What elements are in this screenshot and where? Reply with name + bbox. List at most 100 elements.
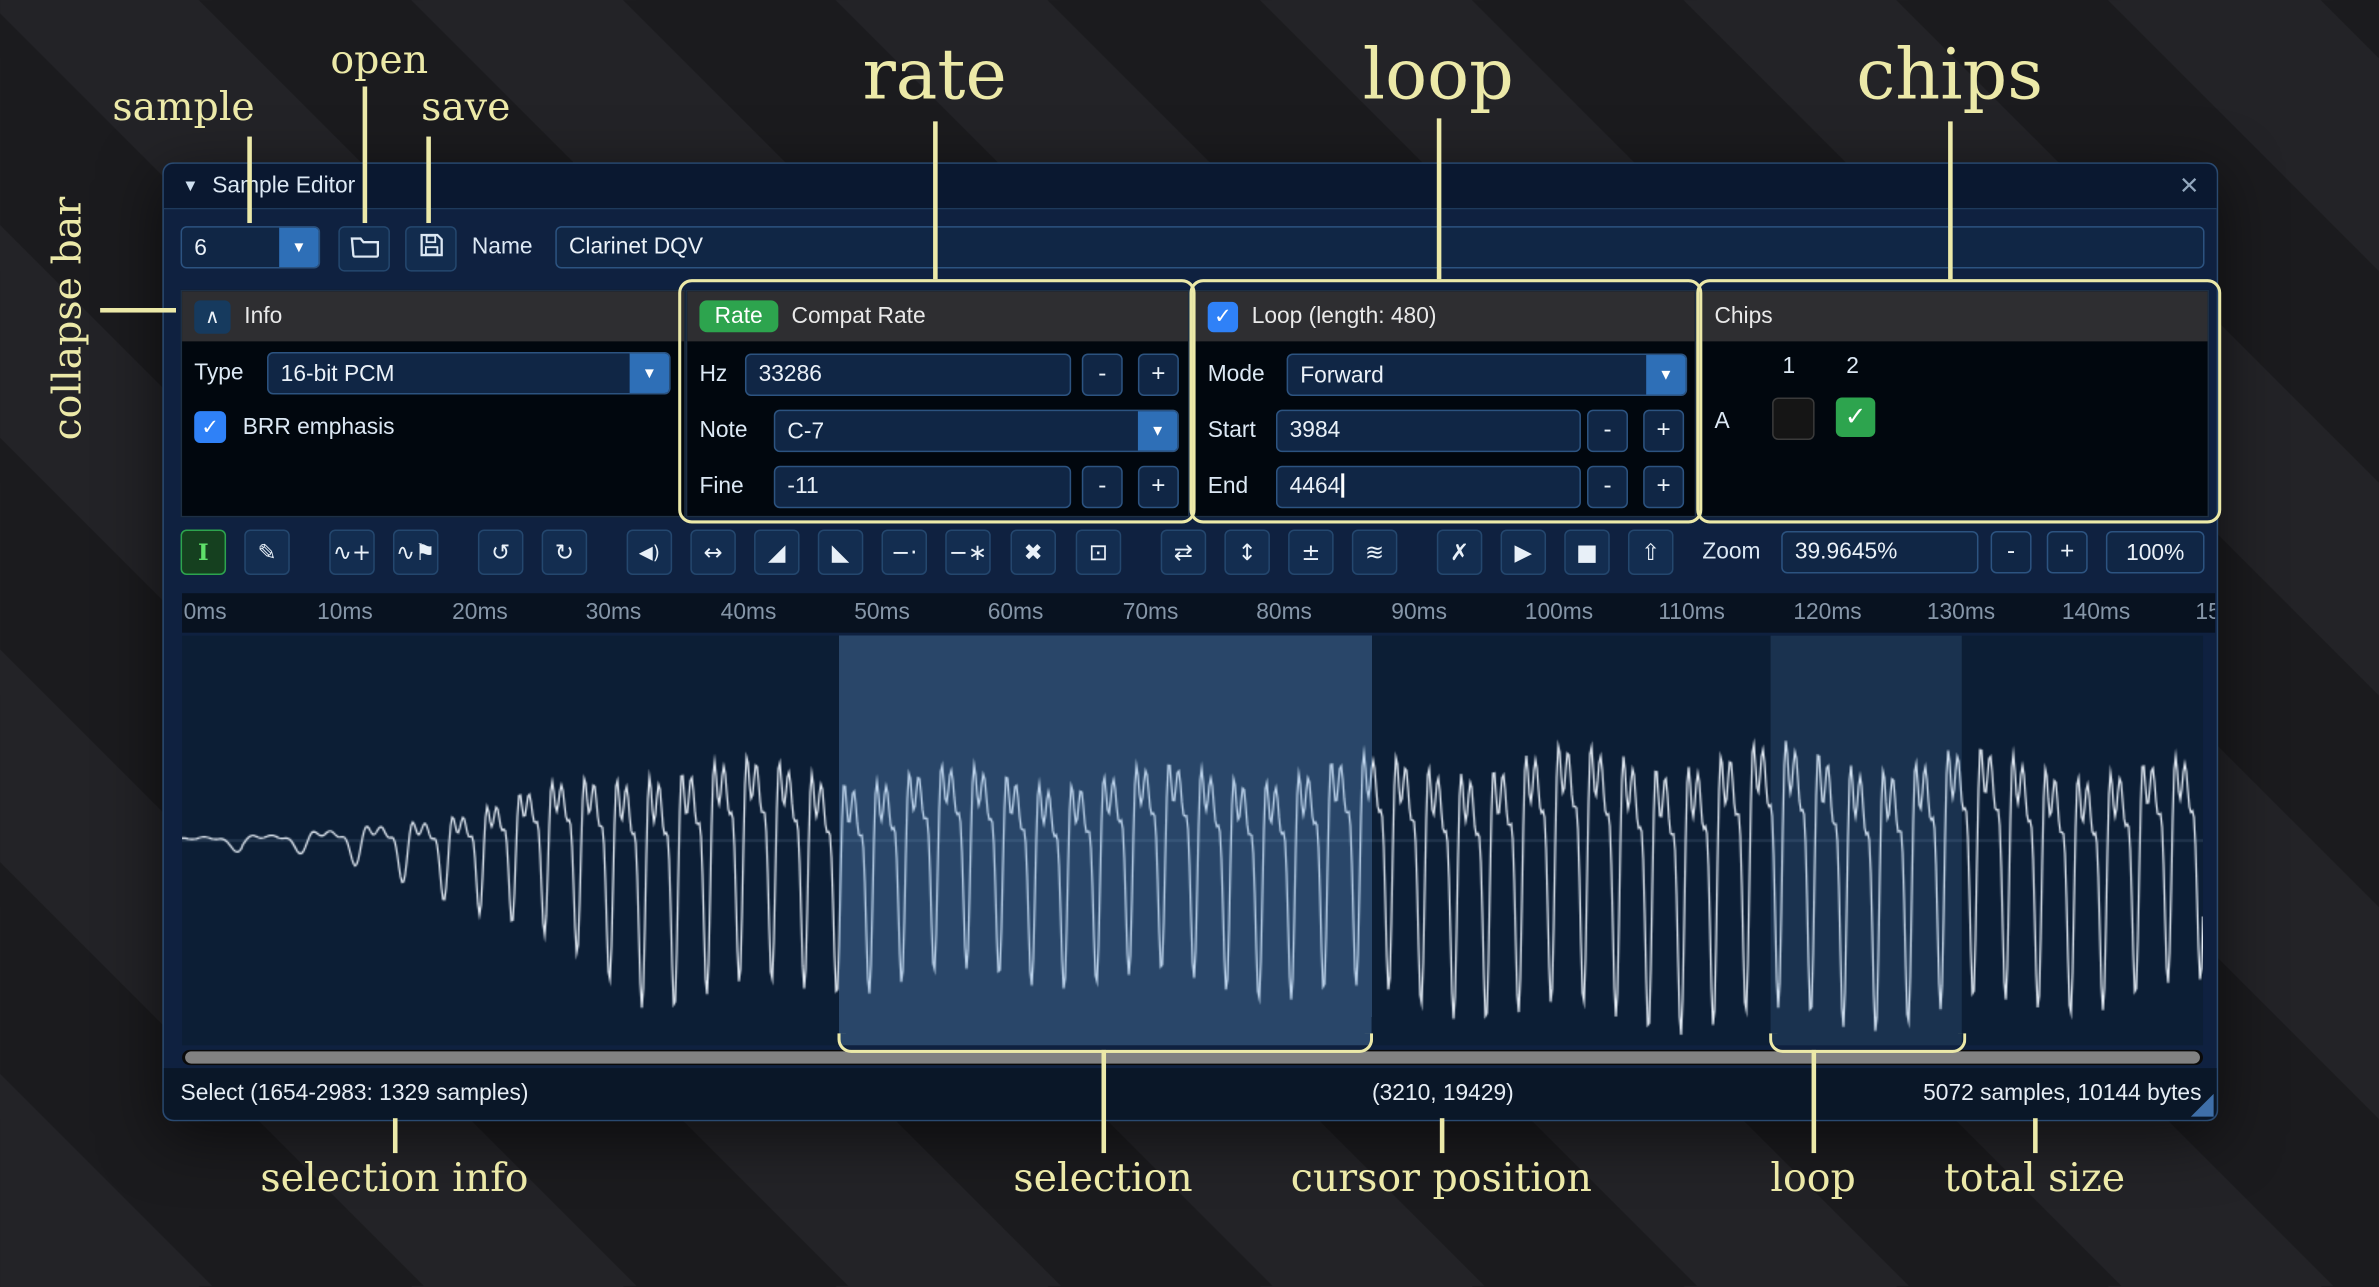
annotation-collapse-bar: collapse bar (46, 184, 92, 454)
hz-input[interactable]: 33286 (745, 354, 1071, 396)
loop-start-minus-button[interactable]: - (1587, 410, 1628, 452)
zoom-input[interactable]: 39.9645% (1781, 531, 1978, 573)
loop-end-label: End (1208, 466, 1249, 508)
preview-button[interactable]: ▶ (1501, 530, 1547, 576)
normalize-button[interactable]: ↔ (690, 530, 736, 576)
fine-plus-button[interactable]: + (1138, 466, 1179, 508)
floppy-save-icon (418, 232, 444, 265)
save-button[interactable] (405, 226, 457, 272)
type-label: Type (194, 352, 243, 394)
info-panel: ∧ Info Type 16-bit PCM ▼ ✓ BRR emphasis (181, 290, 686, 518)
reverse-button[interactable]: ⇄ (1161, 530, 1207, 576)
loop-end-plus-button[interactable]: + (1643, 466, 1684, 508)
sample-number-dropdown[interactable]: 6 ▼ (181, 226, 321, 268)
check-icon: ✓ (201, 414, 219, 440)
loop-region (1771, 636, 1962, 1046)
note-label: Note (699, 410, 747, 452)
scrollbar-thumb[interactable] (185, 1051, 2200, 1063)
hz-plus-button[interactable]: + (1138, 354, 1179, 396)
waveform-view[interactable] (182, 636, 2203, 1046)
dash-dot-icon: −· (891, 539, 917, 566)
amplify-button[interactable]: ◀) (627, 530, 673, 576)
rate-toggle-button[interactable]: Rate (699, 300, 777, 332)
chevron-down-icon: ▼ (279, 228, 318, 267)
import-button[interactable]: ⇧ (1628, 530, 1674, 576)
ruler-tick: 70ms (1123, 599, 1179, 625)
hz-minus-button[interactable]: - (1082, 354, 1123, 396)
note-dropdown[interactable]: C-7 ▼ (774, 410, 1179, 452)
ruler-tick: 150ms (2195, 599, 2215, 625)
name-input-value: Clarinet DQV (569, 234, 703, 260)
x-icon: ✖ (1024, 539, 1043, 566)
sample-editor-window: ▼ Sample Editor × 6 ▼ Name Clarinet DQV … (162, 162, 2218, 1121)
signed-unsigned-button[interactable]: ± (1288, 530, 1334, 576)
loop-end-minus-button[interactable]: - (1587, 466, 1628, 508)
invert-button[interactable]: ↕ (1224, 530, 1270, 576)
crossfade-button[interactable]: ✗ (1437, 530, 1483, 576)
chip-a2-checkbox[interactable]: ✓ (1836, 398, 1875, 437)
ruler-tick: 0ms (184, 599, 227, 625)
time-ruler[interactable]: 0ms 10ms 20ms 30ms 40ms 50ms 60ms 70ms 8… (182, 593, 2215, 632)
select-mode-button[interactable]: I (181, 530, 227, 576)
brr-emphasis-checkbox[interactable]: ✓ (194, 411, 226, 443)
reset-zoom-button[interactable]: 100% (2106, 531, 2205, 573)
delete-button[interactable]: ✖ (1010, 530, 1056, 576)
resize-grip[interactable] (2191, 1094, 2214, 1117)
fade-out-button[interactable]: ◣ (818, 530, 864, 576)
collapse-triangle-icon[interactable]: ▼ (182, 177, 199, 195)
loop-start-plus-button[interactable]: + (1643, 410, 1684, 452)
status-bar: Select (1654-2983: 1329 samples) (3210, … (164, 1068, 2217, 1120)
ruler-tick: 100ms (1525, 599, 1593, 625)
type-dropdown-value: 16-bit PCM (269, 360, 630, 386)
horizontal-scrollbar[interactable] (182, 1050, 2203, 1065)
collapse-info-button[interactable]: ∧ (194, 300, 230, 333)
note-dropdown-value: C-7 (775, 418, 1138, 444)
annotation-save: save (382, 85, 549, 131)
loop-enable-checkbox[interactable]: ✓ (1208, 301, 1238, 331)
status-total-size: 5072 samples, 10144 bytes (1923, 1080, 2201, 1106)
undo-button[interactable]: ↺ (478, 530, 524, 576)
filter-button[interactable]: ≋ (1352, 530, 1398, 576)
name-input[interactable]: Clarinet DQV (555, 226, 2204, 268)
loop-end-input[interactable]: 4464 (1276, 466, 1581, 508)
ruler-tick: 20ms (452, 599, 508, 625)
ibeam-cursor-icon: I (198, 539, 209, 566)
stop-icon: ■ (1576, 539, 1598, 566)
loop-start-input[interactable]: 3984 (1276, 410, 1581, 452)
stop-preview-button[interactable]: ■ (1564, 530, 1610, 576)
fade-out-icon: ◣ (832, 539, 850, 566)
window-title: Sample Editor (212, 173, 355, 199)
ruler-tick: 80ms (1256, 599, 1312, 625)
zoom-minus-button[interactable]: - (1991, 531, 2032, 573)
apply-silence-button[interactable]: −∗ (945, 530, 991, 576)
draw-mode-button[interactable]: ✎ (244, 530, 290, 576)
insert-silence-button[interactable]: −· (882, 530, 928, 576)
cross-icon: ✗ (1450, 539, 1469, 566)
check-icon: ✓ (1214, 303, 1232, 329)
chips-panel-title: Chips (1714, 303, 1772, 329)
loop-panel: ✓ Loop (length: 480) Mode Forward ▼ Star… (1194, 290, 1696, 518)
trim-button[interactable]: ⊡ (1076, 530, 1122, 576)
resample-button[interactable]: ∿⚑ (393, 530, 439, 576)
rate-panel-title: Compat Rate (792, 303, 926, 329)
ruler-tick: 140ms (2062, 599, 2130, 625)
arrows-horizontal-icon: ↔ (704, 539, 723, 566)
undo-icon: ↺ (491, 539, 510, 566)
open-button[interactable] (338, 226, 390, 272)
close-icon[interactable]: × (2180, 170, 2199, 202)
window-titlebar[interactable]: ▼ Sample Editor × (164, 164, 2217, 210)
loop-mode-dropdown[interactable]: Forward ▼ (1287, 354, 1688, 396)
type-dropdown[interactable]: 16-bit PCM ▼ (267, 352, 671, 394)
resize-button[interactable]: ∿+ (329, 530, 375, 576)
fine-minus-button[interactable]: - (1082, 466, 1123, 508)
zoom-plus-button[interactable]: + (2047, 531, 2088, 573)
fine-input[interactable]: -11 (774, 466, 1071, 508)
annotation-loop-region: loop (1661, 1156, 1964, 1202)
chevron-down-icon: ▼ (1138, 411, 1177, 450)
fade-in-button[interactable]: ◢ (754, 530, 800, 576)
chevron-up-icon: ∧ (205, 304, 219, 328)
redo-button[interactable]: ↻ (542, 530, 588, 576)
chips-column-1: 1 (1769, 352, 1808, 382)
chip-a1-checkbox[interactable] (1772, 398, 1814, 440)
chips-column-2: 2 (1833, 352, 1872, 382)
